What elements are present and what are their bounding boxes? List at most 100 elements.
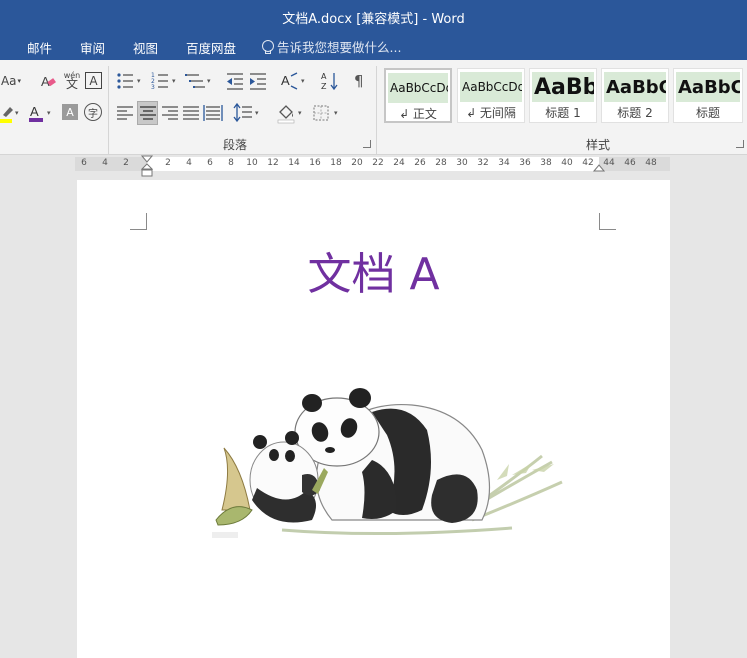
style-title[interactable]: AaBbC 标题 xyxy=(673,68,743,123)
distributed-button[interactable] xyxy=(203,102,223,124)
tab-mailings[interactable]: 邮件 xyxy=(27,38,52,57)
pilcrow-icon: ¶ xyxy=(354,72,364,90)
svg-text:▾: ▾ xyxy=(172,77,176,85)
change-case-button[interactable]: Aa ▾ xyxy=(0,72,22,90)
tab-baidu-netdisk[interactable]: 百度网盘 xyxy=(186,38,236,57)
tab-view[interactable]: 视图 xyxy=(133,38,158,57)
character-shading-button[interactable]: A xyxy=(62,104,78,120)
borders-button[interactable]: ▾ xyxy=(312,102,342,124)
ruler-number: 28 xyxy=(435,158,447,168)
font-color-icon: A ▾ xyxy=(29,104,51,122)
title-bar: 文档A.docx [兼容模式] - Word xyxy=(0,0,747,32)
phonetic-guide-button[interactable]: wén 文 xyxy=(62,69,82,91)
group-separator xyxy=(108,66,109,154)
document-title[interactable]: 文档 A xyxy=(77,238,670,302)
ruler-number: 44 xyxy=(603,158,615,168)
style-heading-2[interactable]: AaBbC 标题 2 xyxy=(601,68,669,123)
style-normal[interactable]: AaBbCcDd ↲ 正文 xyxy=(384,68,452,123)
decrease-indent-icon xyxy=(227,73,243,90)
first-line-indent-marker[interactable] xyxy=(141,155,153,177)
document-page[interactable]: 文档 A xyxy=(77,180,670,658)
svg-text:▾: ▾ xyxy=(207,77,211,85)
ruler-number: 6 xyxy=(81,158,87,168)
ruler-number: 16 xyxy=(309,158,321,168)
styles-group-label: 样式 xyxy=(586,138,611,152)
crop-mark xyxy=(130,213,147,230)
ruler-number: 4 xyxy=(102,158,108,168)
center-button[interactable] xyxy=(137,101,158,125)
panda-illustration[interactable] xyxy=(212,360,577,555)
borders-icon: ▾ xyxy=(313,105,338,121)
style-name: 标题 1 xyxy=(545,106,581,120)
style-sample: AaBbCcDd xyxy=(460,72,522,102)
ruler-number: 6 xyxy=(207,158,213,168)
paragraph-shading-button[interactable]: ▾ xyxy=(276,102,306,124)
distributed-icon xyxy=(203,105,223,121)
align-right-icon xyxy=(162,106,178,120)
style-sample: AaBbCcDd xyxy=(388,73,448,103)
increase-indent-button[interactable] xyxy=(248,70,268,92)
font-color-button[interactable]: A ▾ xyxy=(28,102,56,124)
line-spacing-icon: ▾ xyxy=(233,102,259,123)
character-border-button[interactable]: A xyxy=(85,72,102,89)
enclose-characters-button[interactable]: 字 xyxy=(84,103,102,121)
style-name: ↲ 正文 xyxy=(399,107,437,121)
increase-indent-icon xyxy=(250,73,266,90)
styles-dialog-launcher[interactable] xyxy=(736,140,744,148)
ruler-number: 36 xyxy=(519,158,531,168)
ruler-number: 10 xyxy=(246,158,258,168)
tab-review[interactable]: 审阅 xyxy=(80,38,105,57)
align-right-button[interactable] xyxy=(160,102,180,124)
svg-text:▾: ▾ xyxy=(137,77,141,85)
paragraph-dialog-launcher[interactable] xyxy=(363,140,371,148)
ruler-number: 22 xyxy=(372,158,384,168)
show-formatting-marks-button[interactable]: ¶ xyxy=(352,70,368,92)
ruler-number: 8 xyxy=(228,158,234,168)
horizontal-ruler[interactable]: 6 4 2 2 4 6 8 10 12 14 16 18 20 22 24 26 28 30 32 34 36 38… xyxy=(75,155,670,177)
ruler-number: 2 xyxy=(165,158,171,168)
ruler-number: 46 xyxy=(624,158,636,168)
tell-me-placeholder: 告诉我您想要做什么... xyxy=(277,40,402,55)
ruler-number: 38 xyxy=(540,158,552,168)
highlight-color-button[interactable]: ▾ xyxy=(0,102,22,124)
crop-mark xyxy=(599,213,616,230)
sort-button[interactable]: AZ xyxy=(320,70,340,92)
svg-text:▾: ▾ xyxy=(255,109,259,117)
lightbulb-icon xyxy=(262,39,274,54)
line-spacing-button[interactable]: ▾ xyxy=(233,102,263,124)
style-sample: AaBb xyxy=(532,72,594,102)
svg-text:¶: ¶ xyxy=(354,72,364,90)
ribbon: Aa ▾ A wén 文 A ▾ A ▾ A 字 ▾ 1 2 3 ▾ ▾ A ▾ AZ ¶ xyxy=(0,60,747,155)
tell-me-box[interactable]: 告诉我您想要做什么... xyxy=(262,37,401,56)
align-left-icon xyxy=(117,106,133,120)
ruler-number: 14 xyxy=(288,158,300,168)
bullets-button[interactable]: ▾ xyxy=(115,70,145,92)
multilevel-list-button[interactable]: ▾ xyxy=(185,70,215,92)
svg-text:Z: Z xyxy=(321,82,327,91)
ruler-number: 32 xyxy=(477,158,489,168)
style-sample: AaBbC xyxy=(676,72,740,102)
svg-text:▾: ▾ xyxy=(47,109,51,117)
style-heading-1[interactable]: AaBb 标题 1 xyxy=(529,68,597,123)
style-name: ↲ 无间隔 xyxy=(466,106,516,120)
highlighter-icon: ▾ xyxy=(0,107,19,123)
window-title: 文档A.docx [兼容模式] - Word xyxy=(282,12,465,27)
decrease-indent-button[interactable] xyxy=(225,70,245,92)
svg-text:▾: ▾ xyxy=(15,109,19,117)
style-name: 标题 xyxy=(695,106,720,120)
align-left-button[interactable] xyxy=(115,102,135,124)
numbering-button[interactable]: 1 2 3 ▾ xyxy=(150,70,180,92)
ruler-number: 40 xyxy=(561,158,573,168)
ruler-number: 48 xyxy=(645,158,657,168)
style-no-spacing[interactable]: AaBbCcDd ↲ 无间隔 xyxy=(457,68,525,123)
clear-formatting-button[interactable]: A xyxy=(38,72,58,90)
ruler-number: 2 xyxy=(123,158,129,168)
asian-layout-button[interactable]: A ▾ xyxy=(280,70,310,92)
group-separator xyxy=(376,66,377,154)
style-sample: AaBbC xyxy=(604,72,666,102)
style-name: 标题 2 xyxy=(617,106,653,120)
ruler-number: 4 xyxy=(186,158,192,168)
align-center-icon xyxy=(140,106,156,120)
justify-button[interactable] xyxy=(181,102,201,124)
justify-icon xyxy=(183,106,199,120)
